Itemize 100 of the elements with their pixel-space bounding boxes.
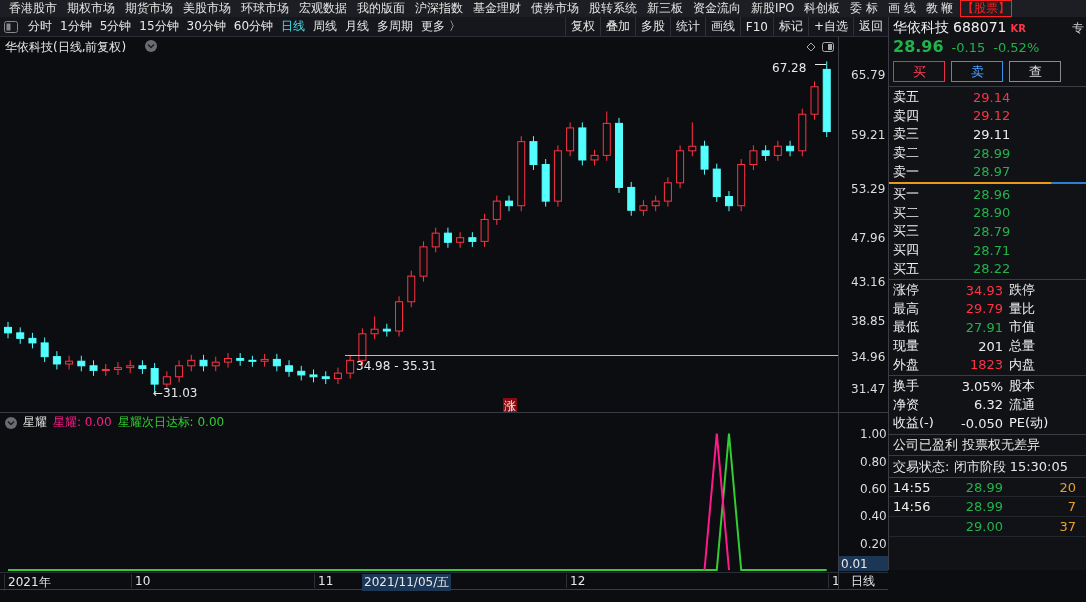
candlestick (749, 144, 758, 171)
order-level-label: 卖一 (893, 162, 920, 181)
stat-label: 流通 (1008, 395, 1035, 414)
menu-item[interactable]: 教 鞭 (920, 1, 959, 16)
chart-title: 华依科技(日线,前复权) (5, 39, 127, 56)
panel-tab[interactable]: 专 (1072, 20, 1084, 37)
tool-button[interactable]: +自选 (807, 17, 853, 36)
market-tag[interactable]: 【股票】 (960, 0, 1013, 17)
menu-item[interactable]: 委 标 (845, 1, 884, 16)
panel-toggle-icon[interactable] (822, 42, 834, 52)
sell-button[interactable]: 卖 (951, 61, 1003, 82)
price-change: -0.15 (951, 40, 986, 55)
diamond-icon[interactable] (806, 42, 816, 52)
sidebar-toggle-icon[interactable] (4, 20, 18, 33)
candlestick (529, 135, 538, 171)
candlestick (223, 352, 232, 369)
high-price-label: 67.28 (772, 61, 807, 75)
trade-volume: 37 (1058, 518, 1077, 534)
stat-value: 3.05% (960, 378, 1003, 394)
stat-label: 股本 (1008, 377, 1035, 396)
chevron-down-icon[interactable] (145, 40, 157, 52)
menu-item[interactable]: 科创板 (799, 1, 846, 16)
query-button[interactable]: 查 (1009, 61, 1061, 82)
candlestick (627, 181, 636, 217)
stat-label: 现量 (893, 337, 920, 355)
period-tab[interactable]: 分时 (24, 18, 56, 35)
period-tab[interactable]: 30分钟 (182, 18, 230, 35)
candlestick (285, 359, 294, 378)
stat-label: 内盘 (1008, 355, 1035, 374)
buy-button[interactable]: 买 (893, 61, 945, 82)
stat-label: 净资 (893, 395, 920, 414)
tool-button[interactable]: 叠加 (599, 17, 635, 36)
period-tab[interactable]: 多周期 (373, 18, 418, 35)
menu-item[interactable]: 画 线 (883, 1, 921, 16)
axis-tick-label: 0.60 (860, 482, 887, 497)
period-tab[interactable]: 60分钟 (229, 18, 278, 35)
order-price: 28.99 (972, 145, 1011, 161)
axis-tick-label: 59.21 (851, 128, 886, 143)
menu-item[interactable]: 期货市场 (120, 1, 178, 16)
chevron-down-icon[interactable] (5, 416, 17, 429)
trade-price: 28.99 (964, 499, 1003, 515)
axis-tick-label: 38.85 (851, 314, 886, 329)
menu-item[interactable]: 新三板 (642, 1, 688, 16)
stock-tag: KR (1010, 23, 1026, 34)
period-tab[interactable]: 更多 〉 (417, 18, 465, 35)
period-label: 日线 (838, 573, 875, 590)
menu-item[interactable]: 香港股市 (4, 1, 62, 16)
period-tab[interactable]: 日线 (277, 18, 310, 35)
axis-tick-label: 1.00 (860, 427, 887, 442)
order-level-label: 买五 (893, 259, 920, 278)
stat-value: 6.32 (973, 397, 1003, 413)
period-tab[interactable]: 15分钟 (135, 18, 183, 35)
menu-item[interactable]: 美股市场 (178, 1, 236, 16)
menu-item[interactable]: 资金流向 (688, 1, 746, 16)
menu-item[interactable]: 基金理财 (468, 1, 526, 16)
axis-tick-label: 0.40 (860, 509, 887, 524)
menu-item[interactable]: 期权市场 (62, 1, 120, 16)
menu-item[interactable]: 股转系统 (584, 1, 642, 16)
stat-value: 29.79 (964, 301, 1003, 317)
period-tab[interactable]: 月线 (341, 18, 374, 35)
candlestick (65, 355, 74, 370)
date-label: 12 (566, 574, 586, 588)
order-price: 29.14 (972, 89, 1011, 105)
stat-value: 34.93 (964, 282, 1003, 298)
tool-button[interactable]: 统计 (669, 17, 705, 36)
last-price: 28.96 (893, 37, 944, 56)
menu-item[interactable]: 沪深指数 (410, 1, 468, 16)
tool-button[interactable]: 多股 (634, 17, 670, 36)
menu-item[interactable]: 环球市场 (236, 1, 294, 16)
candlestick (566, 121, 575, 157)
tool-button[interactable]: 画线 (704, 17, 740, 36)
menu-item[interactable]: 我的版面 (352, 1, 410, 16)
range-label: 34.98 - 35.31 (356, 359, 437, 373)
candlestick (52, 350, 61, 370)
stat-label: 跌停 (1008, 281, 1035, 300)
stat-value: 201 (977, 338, 1003, 354)
axis-tick-label: 65.79 (851, 67, 886, 82)
menu-item[interactable]: 宏观数据 (294, 1, 352, 16)
candlestick (431, 227, 440, 253)
period-tab[interactable]: 5分钟 (95, 18, 136, 35)
low-price-label: ←31.03 (153, 386, 198, 400)
tool-button[interactable]: 标记 (772, 17, 808, 36)
stat-label: PE(动) (1008, 414, 1049, 433)
order-price: 28.97 (972, 164, 1011, 180)
tool-button[interactable]: 复权 (564, 17, 600, 36)
menu-item[interactable]: 债券市场 (526, 1, 584, 16)
order-level-label: 买三 (893, 222, 920, 241)
stat-label: 涨停 (893, 281, 920, 300)
stat-label: 量比 (1008, 299, 1035, 318)
candlestick (773, 140, 782, 162)
period-tab[interactable]: 1分钟 (56, 18, 96, 35)
tool-button[interactable]: F10 (739, 17, 773, 36)
period-tab[interactable]: 周线 (309, 18, 342, 35)
date-label: 1 (828, 574, 840, 588)
stat-label: 总量 (1008, 337, 1035, 355)
stat-label: 换手 (893, 377, 920, 396)
candlestick (663, 176, 672, 208)
percent-change: -0.52% (993, 40, 1040, 55)
menu-item[interactable]: 新股IPO (746, 1, 800, 16)
axis-tick-label: 47.96 (851, 231, 886, 246)
